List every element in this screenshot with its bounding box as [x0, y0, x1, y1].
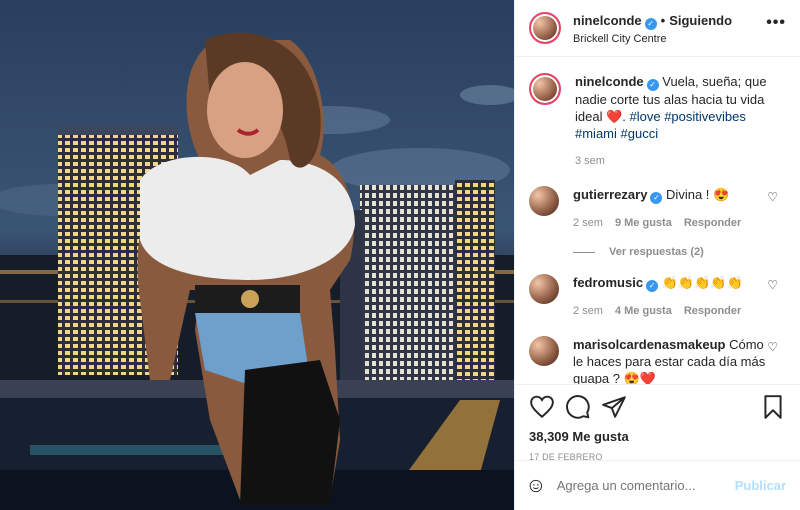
verified-icon: ✓ [644, 17, 657, 30]
comment-time[interactable]: 2 sem [573, 305, 603, 317]
publish-button[interactable]: Publicar [735, 478, 786, 493]
comment-meta: 2 sem 9 Me gusta Responder [573, 215, 773, 232]
comment-body: fedromusic ✓ 👏👏👏👏👏 2 sem 4 Me gusta Respond… [573, 274, 773, 320]
header-info: ninelconde ✓ • Siguiendo Brickell City Cent… [573, 12, 732, 45]
following-button[interactable]: Siguiendo [669, 13, 732, 28]
author-username[interactable]: ninelconde [573, 13, 642, 28]
comment-text: 👏👏👏👏👏 [661, 275, 743, 290]
verified-icon: ✓ [646, 280, 659, 292]
bookmark-icon[interactable] [760, 394, 786, 420]
post-side-panel: ninelconde ✓ • Siguiendo Brickell City Cent… [514, 0, 800, 510]
commenter-username[interactable]: marisolcardenasmakeup [573, 337, 725, 352]
verified-icon: ✓ [650, 192, 663, 204]
verified-icon: ✓ [646, 79, 659, 91]
caption-meta: 3 sem [575, 153, 775, 170]
commenter-username[interactable]: fedromusic [573, 275, 643, 290]
comment-text: Divina ! 😍 [666, 187, 730, 202]
separator-dot: • [660, 12, 666, 28]
view-replies-label: Ver respuestas (2) [609, 246, 704, 258]
more-options-icon[interactable]: ••• [766, 14, 786, 32]
heart-icon[interactable] [529, 394, 555, 420]
commenter-username[interactable]: gutierrezary [573, 187, 647, 202]
caption-body: ninelconde ✓ Vuela, sueña; que nadie cort… [575, 73, 775, 170]
comment-body: gutierrezary ✓ Divina ! 😍 2 sem 9 Me gusta… [573, 186, 773, 232]
commenter-avatar[interactable] [529, 274, 559, 304]
view-replies-button[interactable]: Ver respuestas (2) [573, 246, 786, 258]
location-link[interactable]: Brickell City Centre [573, 33, 732, 45]
emoji-icon[interactable] [529, 474, 543, 498]
post-photo[interactable] [0, 0, 514, 510]
comment-time[interactable]: 2 sem [573, 217, 603, 229]
action-icons [529, 389, 786, 425]
comment-input[interactable] [554, 477, 735, 494]
add-comment-bar: Publicar [515, 460, 800, 510]
caption-avatar[interactable] [529, 73, 561, 105]
caption: ninelconde ✓ Vuela, sueña; que nadie cort… [529, 73, 786, 170]
likes-count[interactable]: 38,309 Me gusta [529, 429, 786, 444]
replies-line [573, 251, 595, 253]
comment-meta: 2 sem 4 Me gusta Responder [573, 303, 773, 320]
comment-likes[interactable]: 4 Me gusta [615, 305, 672, 317]
author-avatar[interactable] [529, 12, 561, 44]
comment-like-icon[interactable]: ♡ [767, 278, 778, 292]
comment-item: gutierrezary ✓ Divina ! 😍 2 sem 9 Me gusta… [529, 186, 786, 232]
comment-body: marisolcardenasmakeup Cómo le haces para… [573, 336, 773, 384]
caption-time[interactable]: 3 sem [575, 155, 605, 167]
share-icon[interactable] [601, 394, 627, 420]
comment-item: fedromusic ✓ 👏👏👏👏👏 2 sem 4 Me gusta Respond… [529, 274, 786, 320]
reply-button[interactable]: Responder [684, 217, 741, 229]
comment-item: marisolcardenasmakeup Cómo le haces para… [529, 336, 786, 384]
comments-section[interactable]: ninelconde ✓ Vuela, sueña; que nadie cort… [515, 57, 800, 384]
caption-username[interactable]: ninelconde [575, 74, 644, 89]
comment-likes[interactable]: 9 Me gusta [615, 217, 672, 229]
comment-icon[interactable] [565, 394, 591, 420]
instagram-post: ninelconde ✓ • Siguiendo Brickell City Cent… [0, 0, 800, 510]
reply-button[interactable]: Responder [684, 305, 741, 317]
commenter-avatar[interactable] [529, 336, 559, 366]
city-night-photo [0, 0, 514, 510]
comment-like-icon[interactable]: ♡ [767, 340, 778, 354]
post-header: ninelconde ✓ • Siguiendo Brickell City Cent… [515, 0, 800, 57]
commenter-avatar[interactable] [529, 186, 559, 216]
comment-like-icon[interactable]: ♡ [767, 190, 778, 204]
